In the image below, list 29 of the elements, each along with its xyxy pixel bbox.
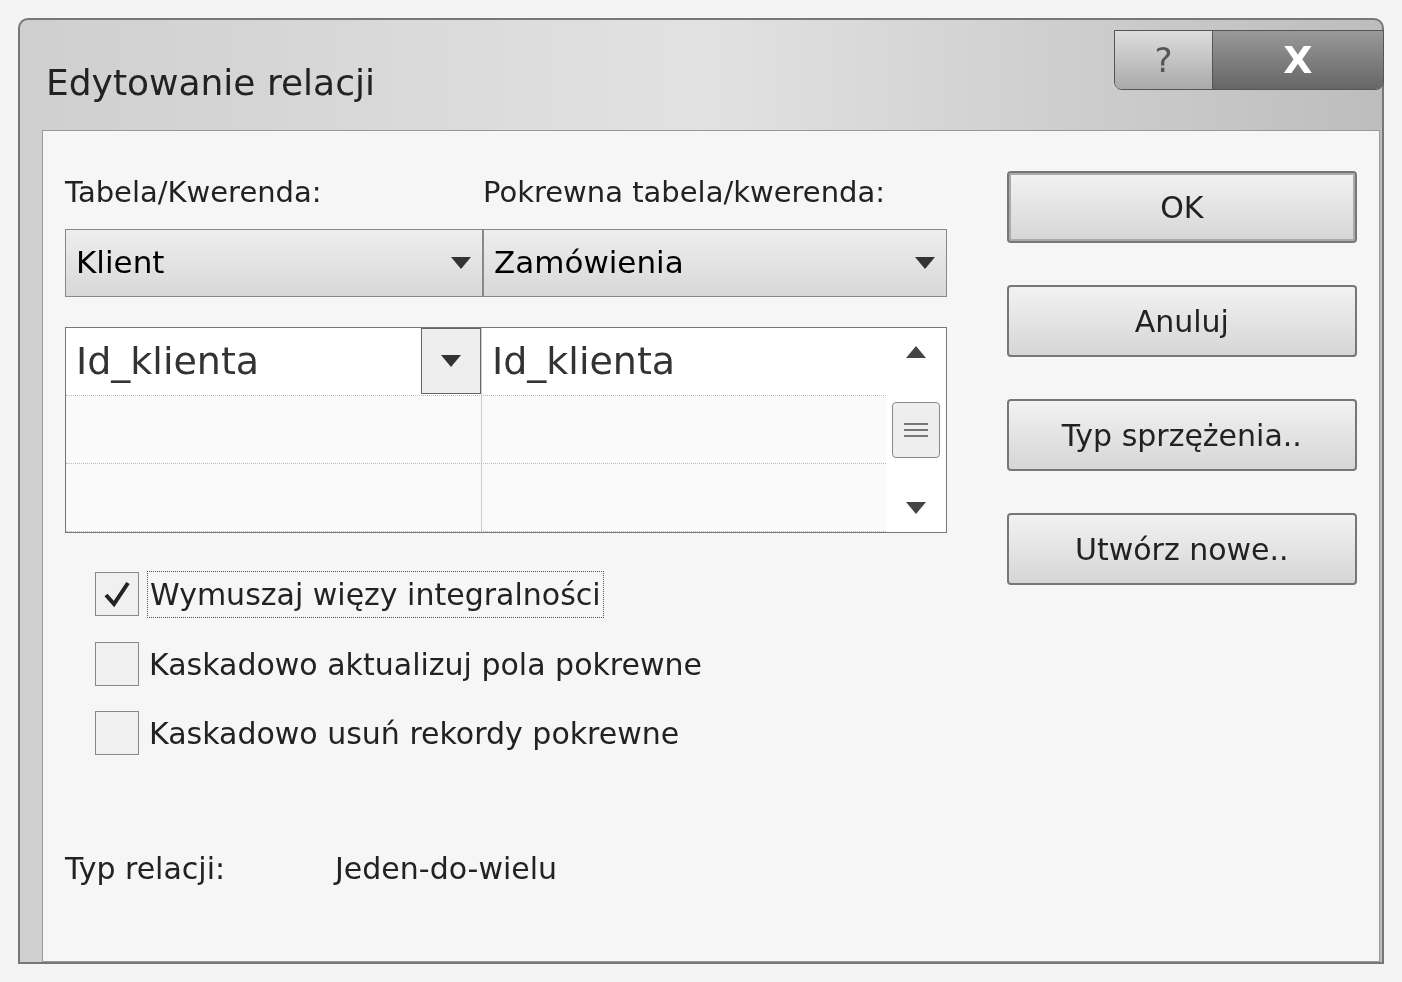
related-table-label: Pokrewna tabela/kwerenda: (483, 174, 885, 211)
caret-icon (450, 255, 472, 270)
related-table-dropdown[interactable]: Zamówienia (483, 228, 947, 297)
caret-icon (440, 354, 462, 368)
checkbox[interactable] (95, 711, 139, 755)
close-button[interactable]: X (1213, 31, 1383, 89)
checkbox[interactable] (95, 572, 139, 616)
help-button[interactable]: ? (1115, 31, 1213, 89)
scroll-up-icon[interactable] (905, 345, 926, 358)
checkbox[interactable] (95, 642, 139, 686)
checkbox-label[interactable]: Wymuszaj więzy integralności (147, 570, 604, 618)
checkbox-label[interactable]: Kaskadowo aktualizuj pola pokrewne (147, 641, 704, 687)
dropdown-button[interactable] (421, 328, 481, 394)
table-label: Tabela/Kwerenda: (65, 174, 323, 211)
grid-cell[interactable]: Id_klienta (482, 332, 676, 390)
grid-cell[interactable]: Id_klienta (66, 332, 260, 390)
relation-type-value: Jeden-do-wielu (335, 849, 558, 888)
caret-icon (913, 255, 936, 270)
scroll-down-icon[interactable] (905, 501, 926, 514)
window-title: Edytowanie relacji (46, 61, 375, 105)
check-icon (102, 579, 132, 609)
dialog-button[interactable]: OK (1006, 171, 1357, 243)
dialog-button[interactable]: Utwórz nowe.. (1006, 513, 1357, 585)
dialog-button[interactable]: Anuluj (1006, 285, 1357, 357)
table-dropdown[interactable]: Klient (65, 228, 483, 297)
checkbox-label[interactable]: Kaskadowo usuń rekordy pokrewne (147, 710, 682, 756)
scroll-thumb[interactable] (891, 401, 940, 458)
relation-type-label: Typ relacji: (65, 849, 227, 888)
dialog-button[interactable]: Typ sprzężenia.. (1006, 399, 1357, 471)
